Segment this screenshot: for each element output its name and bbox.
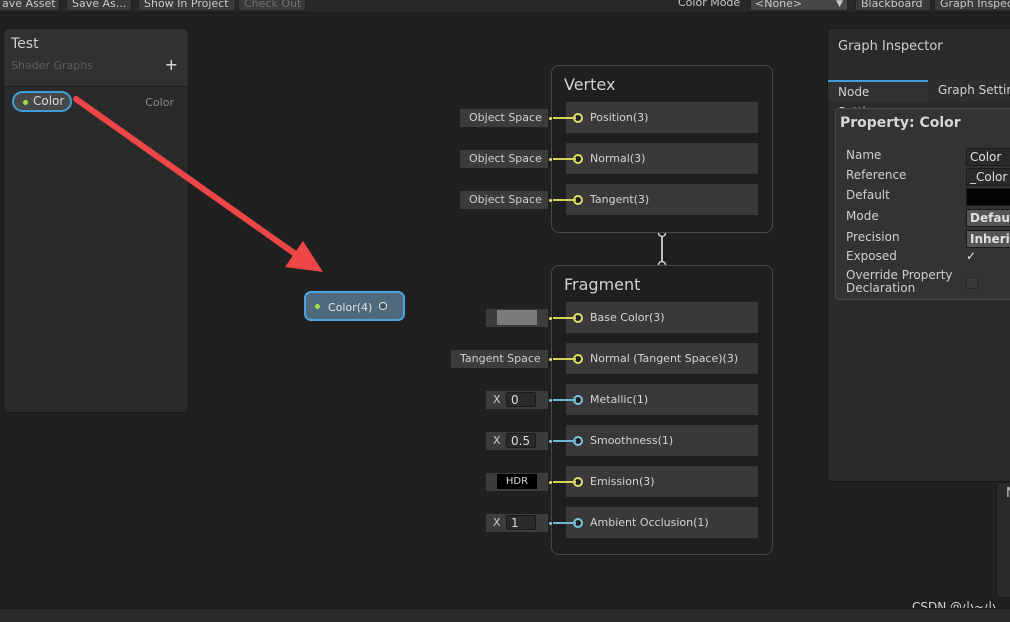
- axis-label: X: [493, 516, 501, 529]
- vertex-slot-normal[interactable]: Normal(3): [566, 143, 758, 174]
- emission-input[interactable]: HDR: [486, 473, 548, 491]
- property-settings-title: Property: Color: [840, 115, 961, 131]
- main-preview-panel[interactable]: N: [996, 482, 1010, 598]
- fragment-slot-normal[interactable]: Normal (Tangent Space)(3): [566, 343, 758, 374]
- tab-node-settings[interactable]: Node Settings: [828, 80, 928, 119]
- fragment-slot-metallic[interactable]: Metallic(1): [566, 384, 758, 415]
- slot-label: Smoothness(1): [590, 434, 674, 447]
- slot-label: Normal (Tangent Space)(3): [590, 352, 739, 365]
- ambient-occlusion-input[interactable]: X 1: [486, 514, 548, 532]
- panel-title-fragment: N: [1006, 486, 1010, 501]
- connector-wire: [553, 481, 576, 483]
- connector-wire: [553, 358, 576, 360]
- name-field[interactable]: Color: [966, 148, 1010, 166]
- smoothness-input[interactable]: X 0.5: [486, 432, 548, 450]
- slot-label: Emission(3): [590, 475, 655, 488]
- ambient-occlusion-value-field[interactable]: 1: [506, 515, 536, 530]
- axis-label: X: [493, 393, 501, 406]
- axis-label: X: [493, 434, 501, 447]
- connector-dot: [549, 199, 552, 202]
- tab-graph-settings[interactable]: Graph Settin: [928, 80, 1010, 102]
- connector-wire: [553, 117, 576, 119]
- precision-dropdown[interactable]: Inherit: [966, 230, 1010, 248]
- reference-field[interactable]: _Color: [966, 168, 1010, 186]
- fragment-slot-base-color[interactable]: Base Color(3): [566, 302, 758, 333]
- connector-wire: [553, 522, 576, 524]
- graph-inspector-panel: Graph Inspector Node Settings Graph Sett…: [827, 28, 1010, 482]
- connector-wire: [553, 399, 576, 401]
- reference-label: Reference: [846, 168, 907, 182]
- override-declaration-checkbox[interactable]: [966, 277, 978, 289]
- slot-label: Base Color(3): [590, 311, 665, 324]
- default-color-field[interactable]: [966, 188, 1010, 206]
- metallic-input[interactable]: X 0: [486, 391, 548, 409]
- smoothness-value-field[interactable]: 0.5: [506, 433, 536, 448]
- space-input[interactable]: Object Space: [460, 150, 548, 168]
- output-port-icon[interactable]: [379, 302, 387, 310]
- slot-label: Tangent(3): [590, 193, 650, 206]
- color-node-label: Color(4): [328, 301, 373, 314]
- connector-wire: [553, 158, 576, 160]
- connector-dot: [549, 481, 552, 484]
- space-input[interactable]: Object Space: [460, 191, 548, 209]
- fragment-title: Fragment: [564, 275, 641, 294]
- mode-label: Mode: [846, 209, 879, 223]
- fragment-slot-ambient-occlusion[interactable]: Ambient Occlusion(1): [566, 507, 758, 538]
- connector-dot: [549, 158, 552, 161]
- color-swatch[interactable]: [497, 310, 537, 325]
- space-input[interactable]: Tangent Space: [451, 350, 548, 368]
- vertex-slot-tangent[interactable]: Tangent(3): [566, 184, 758, 215]
- connector-wire: [553, 199, 576, 201]
- override-label-line-2: Declaration: [846, 281, 916, 295]
- slot-label: Position(3): [590, 111, 649, 124]
- override-declaration-label: Override Property Declaration: [846, 269, 953, 295]
- property-settings-box: Property: Color Name Color Reference _Co…: [835, 108, 1010, 300]
- hdr-color-swatch[interactable]: HDR: [497, 474, 537, 489]
- override-label-line-1: Override Property: [846, 268, 953, 282]
- base-color-input[interactable]: [486, 309, 548, 327]
- precision-label: Precision: [846, 230, 900, 244]
- connector-dot: [549, 317, 552, 320]
- fragment-context[interactable]: Fragment Base Color(3) Normal (Tangent S…: [551, 265, 773, 555]
- vertex-title: Vertex: [564, 75, 616, 94]
- exposed-checkbox[interactable]: ✓: [966, 249, 976, 263]
- fragment-slot-smoothness[interactable]: Smoothness(1): [566, 425, 758, 456]
- inspector-title: Graph Inspector: [838, 39, 943, 54]
- exposed-label: Exposed: [846, 249, 897, 263]
- slot-label: Normal(3): [590, 152, 646, 165]
- connector-wire: [553, 317, 576, 319]
- default-label: Default: [846, 188, 890, 202]
- name-label: Name: [846, 148, 882, 162]
- space-input[interactable]: Object Space: [460, 109, 548, 127]
- connector-dot: [549, 358, 552, 361]
- mode-dropdown[interactable]: Default: [966, 209, 1010, 227]
- vertex-context[interactable]: Vertex Position(3) Normal(3) Tangent(3): [551, 65, 773, 233]
- fragment-slot-emission[interactable]: Emission(3): [566, 466, 758, 497]
- color-property-node[interactable]: Color(4): [304, 291, 405, 321]
- slot-label: Ambient Occlusion(1): [590, 516, 709, 529]
- connector-dot: [549, 440, 552, 443]
- vertex-slot-position[interactable]: Position(3): [566, 102, 758, 133]
- connector-dot: [549, 522, 552, 525]
- metallic-value-field[interactable]: 0: [506, 392, 536, 407]
- connector-dot: [549, 117, 552, 120]
- slot-label: Metallic(1): [590, 393, 649, 406]
- connector-dot: [549, 399, 552, 402]
- property-type-dot-icon: [315, 304, 320, 309]
- status-bar: [0, 608, 1010, 622]
- connector-wire: [553, 440, 576, 442]
- inspector-tabs: Node Settings Graph Settin: [828, 80, 1010, 119]
